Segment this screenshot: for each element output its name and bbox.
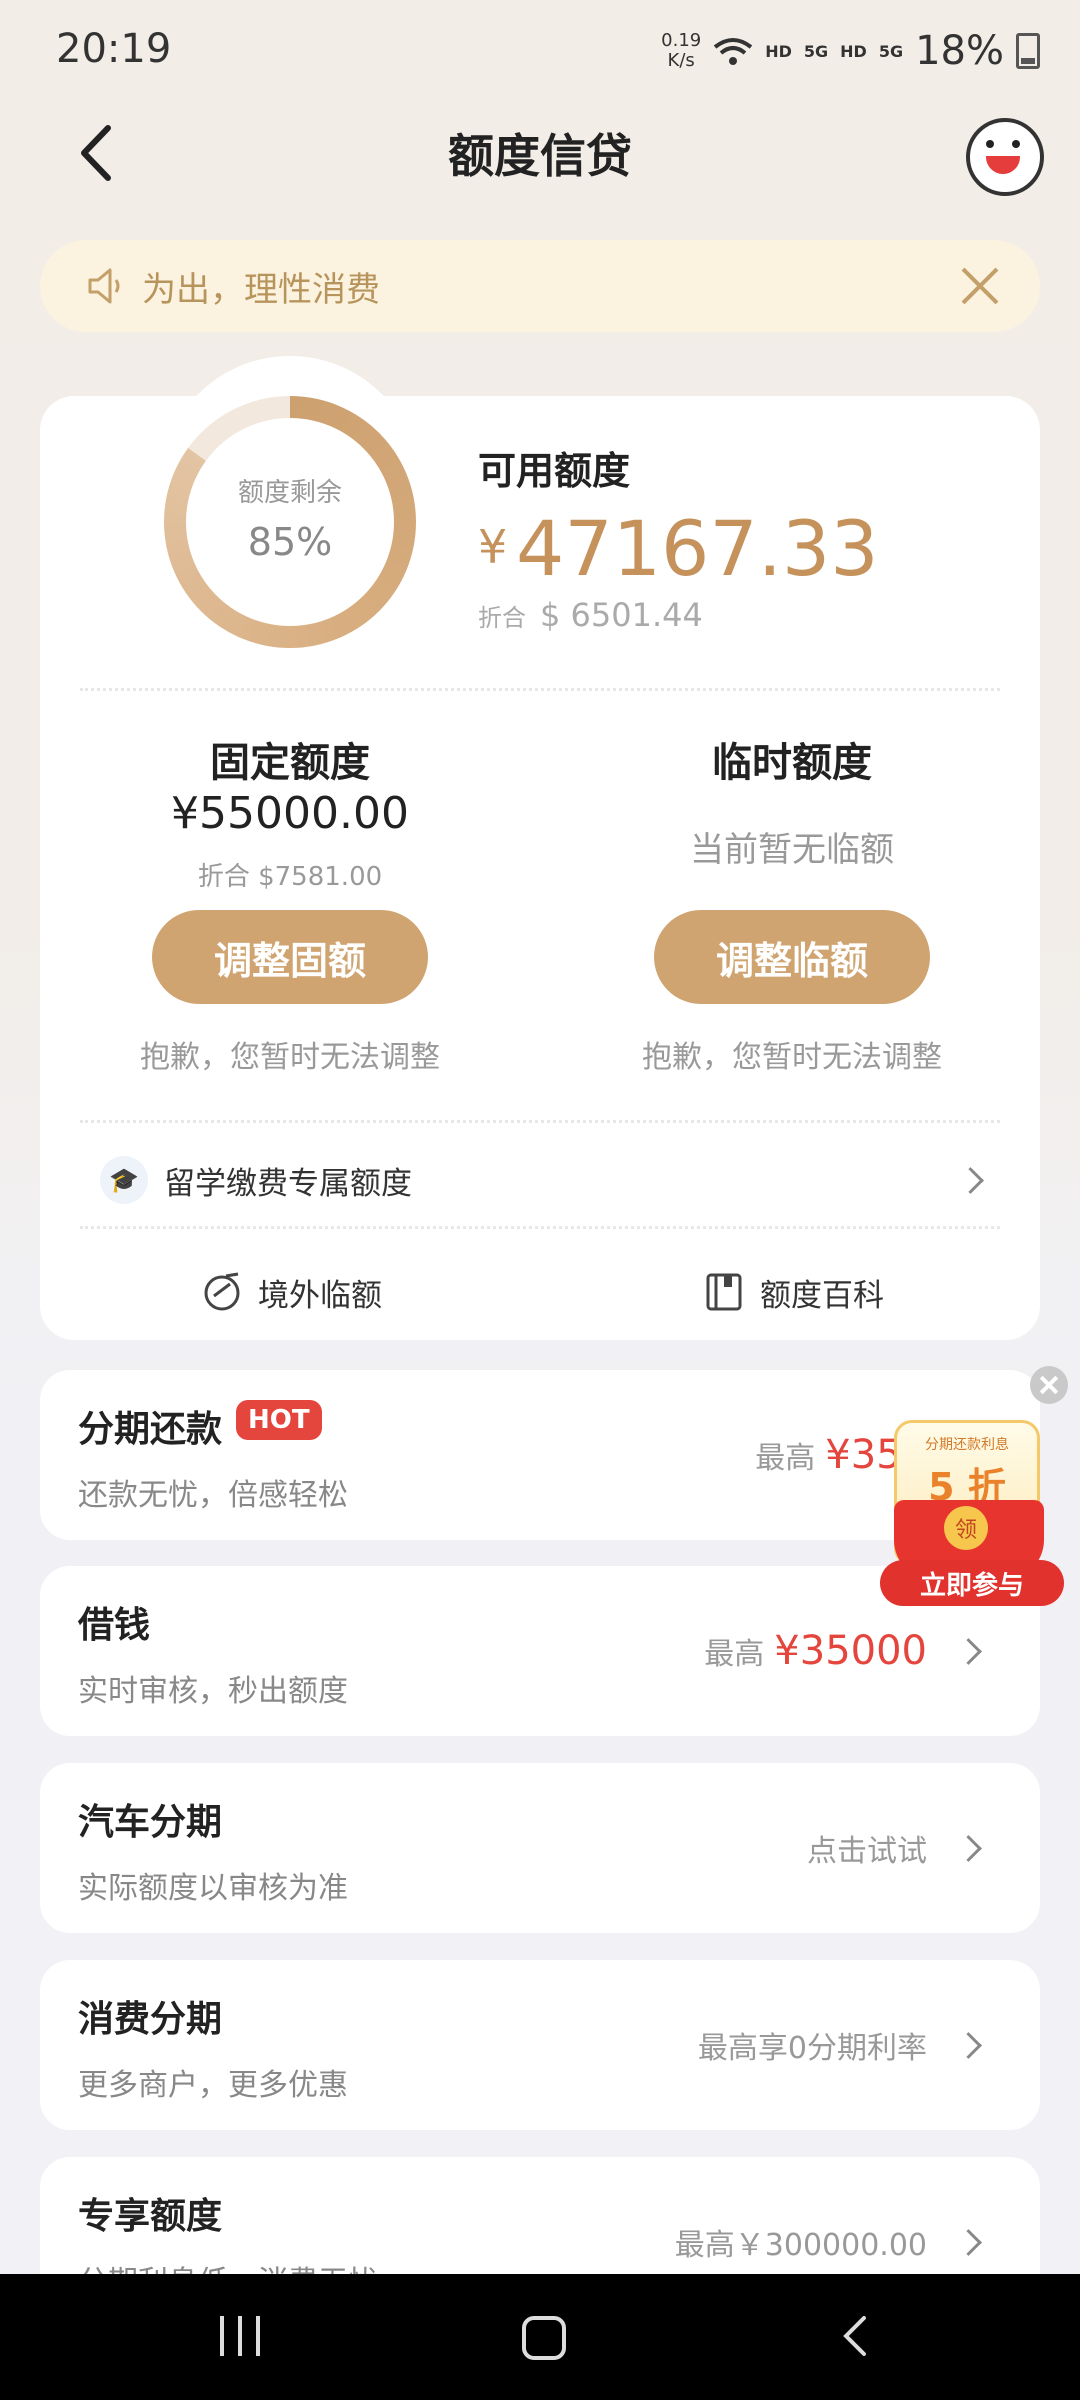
credit-wiki-label: 额度百科 (760, 1277, 884, 1314)
promo-small-text: 分期还款利息 (925, 1437, 1009, 1453)
divider (80, 688, 1000, 691)
temp-status: 当前暂无临额 (690, 830, 894, 870)
row-title: 专享额度 (78, 2196, 223, 2237)
car-installment-row[interactable]: 汽车分期 实际额度以审核为准 点击试试 (40, 1763, 1040, 1933)
chevron-right-icon (955, 1834, 982, 1862)
speaker-icon (88, 268, 120, 304)
fixed-title: 固定额度 (210, 740, 370, 786)
mascot-avatar-icon[interactable] (966, 118, 1044, 196)
overseas-icon (204, 1272, 240, 1311)
status-time: 20:19 (56, 26, 172, 72)
try-label: 点击试试 (807, 1834, 927, 1869)
max-label: 最高￥300000.00 (674, 2228, 927, 2263)
ring-percent: 85% (247, 520, 333, 564)
graduation-cap-icon: 🎓 (100, 1156, 148, 1204)
close-icon[interactable] (958, 264, 1002, 308)
divider (80, 1226, 1000, 1229)
overseas-temp-label: 境外临额 (258, 1277, 382, 1314)
5g-signal-icon: 5G (803, 41, 829, 61)
5g-signal-icon-2: 5G (878, 41, 904, 61)
temp-note: 抱歉，您暂时无法调整 (642, 1040, 942, 1075)
available-amount: 47167.33 (516, 504, 879, 593)
home-icon[interactable] (522, 2316, 566, 2360)
chevron-right-icon (955, 2031, 982, 2059)
ring-label: 额度剩余 (237, 478, 342, 508)
fixed-note: 抱歉，您暂时无法调整 (140, 1040, 440, 1075)
row-right: 最高享0分期利率 (697, 1960, 982, 2130)
temp-title: 临时额度 (712, 740, 872, 786)
available-title: 可用额度 (478, 449, 631, 493)
wifi-icon (713, 38, 753, 65)
max-label: 最高 (755, 1441, 816, 1476)
fixed-converted: 折合 $7581.00 (197, 862, 383, 892)
row-title: 汽车分期 (78, 1802, 223, 1843)
row-subtitle: 实际额度以审核为准 (78, 1871, 348, 1906)
available-currency: ¥ (478, 520, 508, 574)
adjust-fixed-button[interactable]: 调整固额 (152, 910, 428, 1004)
overseas-temp-link[interactable]: 境外临额 (202, 1262, 382, 1322)
chevron-right-icon (955, 2228, 982, 2256)
status-icons: 0.19 K/s HD 5G HD 5G 18% (661, 24, 1040, 78)
hd-icon: HD (765, 41, 792, 61)
row-subtitle: 还款无忧，倍感轻松 (78, 1478, 348, 1513)
hd-icon-2: HD (840, 41, 867, 61)
adjust-temp-button[interactable]: 调整临额 (654, 910, 930, 1004)
net-speed: 0.19 K/s (661, 30, 702, 71)
battery-icon (1016, 33, 1040, 69)
divider (80, 1120, 1000, 1123)
available-converted: 折合 $ 6501.44 (478, 596, 703, 634)
nav-back-icon[interactable] (834, 2314, 878, 2358)
row-title: 借钱 (78, 1605, 151, 1646)
row-subtitle: 更多商户，更多优惠 (78, 2068, 348, 2103)
max-label: 最高 (704, 1637, 765, 1672)
notice-banner[interactable]: 为出，理性消费 (40, 240, 1040, 332)
row-title: 分期还款 (78, 1409, 223, 1450)
credit-wiki-link[interactable]: 额度百科 (704, 1262, 884, 1322)
study-credit-label: 留学缴费专属额度 (164, 1165, 412, 1202)
study-credit-row[interactable]: 🎓 留学缴费专属额度 (100, 1150, 984, 1210)
book-icon (706, 1273, 742, 1311)
rate-label: 最高享0分期利率 (697, 2031, 927, 2066)
chevron-right-icon (955, 1637, 982, 1665)
recent-apps-icon[interactable] (220, 2316, 260, 2356)
page-title: 额度信贷 (448, 129, 632, 183)
installment-repay-row[interactable]: 分期还款 HOT 还款无忧，倍感轻松 最高 ¥35010 (40, 1370, 1040, 1540)
row-title: 消费分期 (78, 1999, 223, 2040)
promo-close-button[interactable] (1030, 1366, 1068, 1404)
row-right: 点击试试 (807, 1763, 982, 1933)
row-subtitle: 实时审核，秒出额度 (78, 1674, 348, 1709)
hot-badge: HOT (236, 1400, 322, 1440)
consumer-installment-row[interactable]: 消费分期 更多商户，更多优惠 最高享0分期利率 (40, 1960, 1040, 2130)
promo-join-button[interactable]: 立即参与 (880, 1560, 1064, 1606)
promo-coin-icon: 领 (944, 1506, 988, 1550)
chevron-right-icon (957, 1166, 984, 1194)
fixed-amount: ¥55000.00 (171, 788, 409, 839)
max-amount: ¥35000 (774, 1628, 927, 1674)
notice-text: 为出，理性消费 (142, 269, 380, 310)
battery-percent: 18% (915, 28, 1004, 74)
